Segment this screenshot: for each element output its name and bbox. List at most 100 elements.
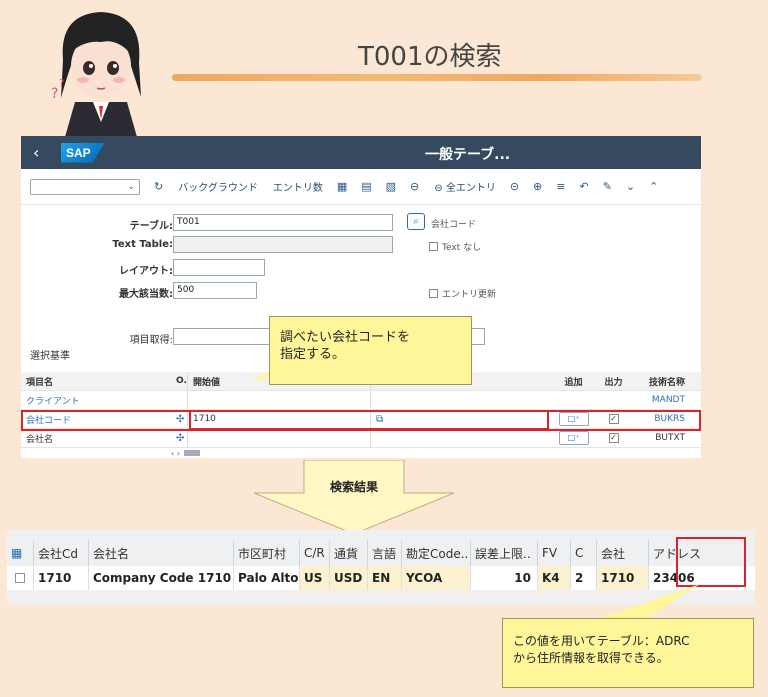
cell-company-name: Company Code 1710 — [88, 566, 233, 590]
row-field-name[interactable]: クライアント — [21, 394, 171, 407]
col-city[interactable]: 市区町村 — [233, 540, 299, 566]
col-account-code[interactable]: 勘定Code.. — [401, 540, 470, 566]
row-tech-name: MANDT — [651, 395, 685, 405]
row-field-name[interactable]: 会社コード — [21, 413, 171, 426]
minus-circle-icon[interactable]: ⊖ — [410, 180, 419, 193]
grid-select-icon[interactable]: ▤ — [361, 180, 371, 193]
callout-specify-company-code: 調べたい会社コードを 指定する。 — [269, 316, 472, 385]
copy-icon[interactable]: ⧉ — [376, 414, 383, 425]
grid-settings-icon[interactable]: ▦ — [7, 540, 33, 566]
checkbox[interactable] — [429, 242, 438, 251]
background-button[interactable]: バックグラウンド — [178, 179, 258, 194]
col-language[interactable]: 言語 — [367, 540, 401, 566]
zoom-in-icon[interactable]: ⊕ — [533, 180, 542, 193]
title-underline — [172, 74, 702, 81]
back-icon[interactable]: ‹ — [33, 143, 51, 162]
table-row: 会社名 ✣ □⁺ ✓ BUTXT — [21, 429, 701, 448]
max-hits-input[interactable]: 500 — [173, 282, 257, 299]
row-tech-name: BUTXT — [655, 433, 685, 443]
scroll-arrows-icon[interactable]: ‹ › — [171, 449, 180, 458]
row-from-input[interactable] — [187, 429, 370, 447]
result-header: ▦ 会社Cd 会社名 市区町村 C/R 通貨 言語 勘定Code.. 誤差上限.… — [7, 540, 755, 566]
edit-icon[interactable]: ✎ — [603, 180, 612, 193]
value-help-icon[interactable]: ⌕ — [407, 213, 425, 230]
col-company[interactable]: 会社 — [596, 540, 648, 566]
row-from-input[interactable]: 1710 — [187, 410, 370, 428]
grid-icon[interactable]: ▦ — [337, 180, 347, 193]
cell-company-cd: 1710 — [33, 566, 88, 590]
row-output: ✓ — [591, 433, 631, 443]
row-tech-name: BUKRS — [654, 414, 685, 424]
row-to-input[interactable]: ⧉ — [370, 410, 551, 428]
tiles-icon[interactable]: ▧ — [386, 180, 396, 193]
chevron-down-icon[interactable]: ⌄ — [626, 180, 635, 193]
all-entries-button[interactable]: ⊖ 全エントリ — [434, 179, 496, 194]
layout-input[interactable] — [173, 259, 265, 276]
cell-tolerance: 10 — [470, 566, 537, 590]
row-add: □⁺ — [551, 412, 591, 426]
callout-adrc: この値を用いてテーブル：ADRC から住所情報を取得できる。 — [502, 618, 754, 688]
text-table-label: Text Table: — [112, 239, 173, 250]
svg-text:?: ? — [59, 78, 64, 89]
header-tech-name: 技術名称 — [648, 377, 685, 388]
refresh-icon[interactable]: ↻ — [154, 180, 163, 193]
select-options-icon[interactable]: ✣ — [171, 414, 187, 425]
output-checkbox[interactable]: ✓ — [608, 414, 619, 424]
row-add: □⁺ — [551, 431, 591, 445]
col-fv[interactable]: FV — [537, 540, 570, 566]
entry-update-checkbox[interactable]: エントリ更新 — [429, 287, 496, 300]
col-cr[interactable]: C/R — [299, 540, 329, 566]
chevron-down-icon: ⌄ — [127, 181, 135, 192]
col-currency[interactable]: 通貨 — [329, 540, 367, 566]
table-row[interactable]: 1710 Company Code 1710 Palo Alto US USD … — [7, 566, 755, 590]
output-checkbox[interactable]: ✓ — [608, 433, 619, 443]
col-company-name[interactable]: 会社名 — [88, 540, 233, 566]
entry-count-button[interactable]: エントリ数 — [273, 179, 323, 194]
row-to — [370, 391, 551, 409]
chevron-up-icon[interactable]: ⌃ — [649, 180, 658, 193]
select-options-icon[interactable]: ✣ — [171, 433, 187, 444]
scroll-thumb[interactable] — [183, 450, 200, 456]
toolbar: ⌄ ↻ バックグラウンド エントリ数 ▦ ▤ ▧ ⊖ ⊖ 全エントリ ⊝ ⊕ ≡… — [21, 169, 701, 205]
header-field-name: 項目名 — [26, 377, 54, 388]
arrow-label: 検索結果 — [329, 480, 378, 494]
add-button[interactable]: □⁺ — [558, 412, 589, 426]
callout-line: この値を用いてテーブル：ADRC — [513, 634, 690, 648]
entry-update-label: エントリ更新 — [442, 290, 497, 300]
svg-text:?: ? — [51, 86, 58, 102]
horizontal-scrollbar[interactable]: ‹ › — [21, 448, 701, 458]
callout-line: 調べたい会社コードを — [280, 330, 411, 345]
col-company-cd[interactable]: 会社Cd — [33, 540, 88, 566]
sap-window: ‹ SAP 一般テーブ... ⌄ ↻ バックグラウンド エントリ数 ▦ ▤ ▧ … — [21, 136, 701, 458]
zoom-out-icon[interactable]: ⊝ — [510, 180, 519, 193]
text-none-label: Text なし — [442, 243, 482, 253]
page-title: T001の検索 — [358, 42, 502, 72]
table-label: テーブル: — [129, 221, 173, 232]
cell-currency: USD — [329, 566, 367, 590]
align-icon[interactable]: ≡ — [556, 180, 565, 193]
col-tolerance[interactable]: 誤差上限.. — [470, 540, 537, 566]
row-output: ✓ — [591, 414, 631, 424]
table-input[interactable]: T001 — [173, 214, 393, 231]
variant-select[interactable]: ⌄ — [30, 178, 140, 195]
col-c[interactable]: C — [570, 540, 596, 566]
add-button[interactable]: □⁺ — [558, 431, 589, 445]
callout-line: から住所情報を取得できる。 — [513, 651, 669, 665]
row-from — [187, 391, 370, 409]
header-output: 出力 — [604, 377, 623, 388]
undo-icon[interactable]: ↶ — [579, 180, 588, 193]
company-code-button[interactable]: 会社コード — [431, 217, 476, 230]
result-table: ▦ 会社Cd 会社名 市区町村 C/R 通貨 言語 勘定Code.. 誤差上限.… — [7, 530, 755, 605]
row-field-name[interactable]: 会社名 — [21, 432, 171, 445]
character-illustration: ? ? — [45, 2, 155, 137]
checkbox[interactable] — [429, 289, 438, 298]
highlight-address — [676, 537, 746, 587]
table-row: 会社コード ✣ 1710 ⧉ □⁺ ✓ BUKRS — [21, 410, 701, 429]
row-select-checkbox[interactable] — [7, 566, 33, 590]
header-add: 追加 — [564, 377, 583, 388]
text-none-checkbox[interactable]: Text なし — [429, 240, 481, 253]
checkbox[interactable] — [15, 573, 25, 583]
row-to-input[interactable] — [370, 429, 551, 447]
cell-language: EN — [367, 566, 401, 590]
sap-logo: SAP — [61, 142, 105, 163]
